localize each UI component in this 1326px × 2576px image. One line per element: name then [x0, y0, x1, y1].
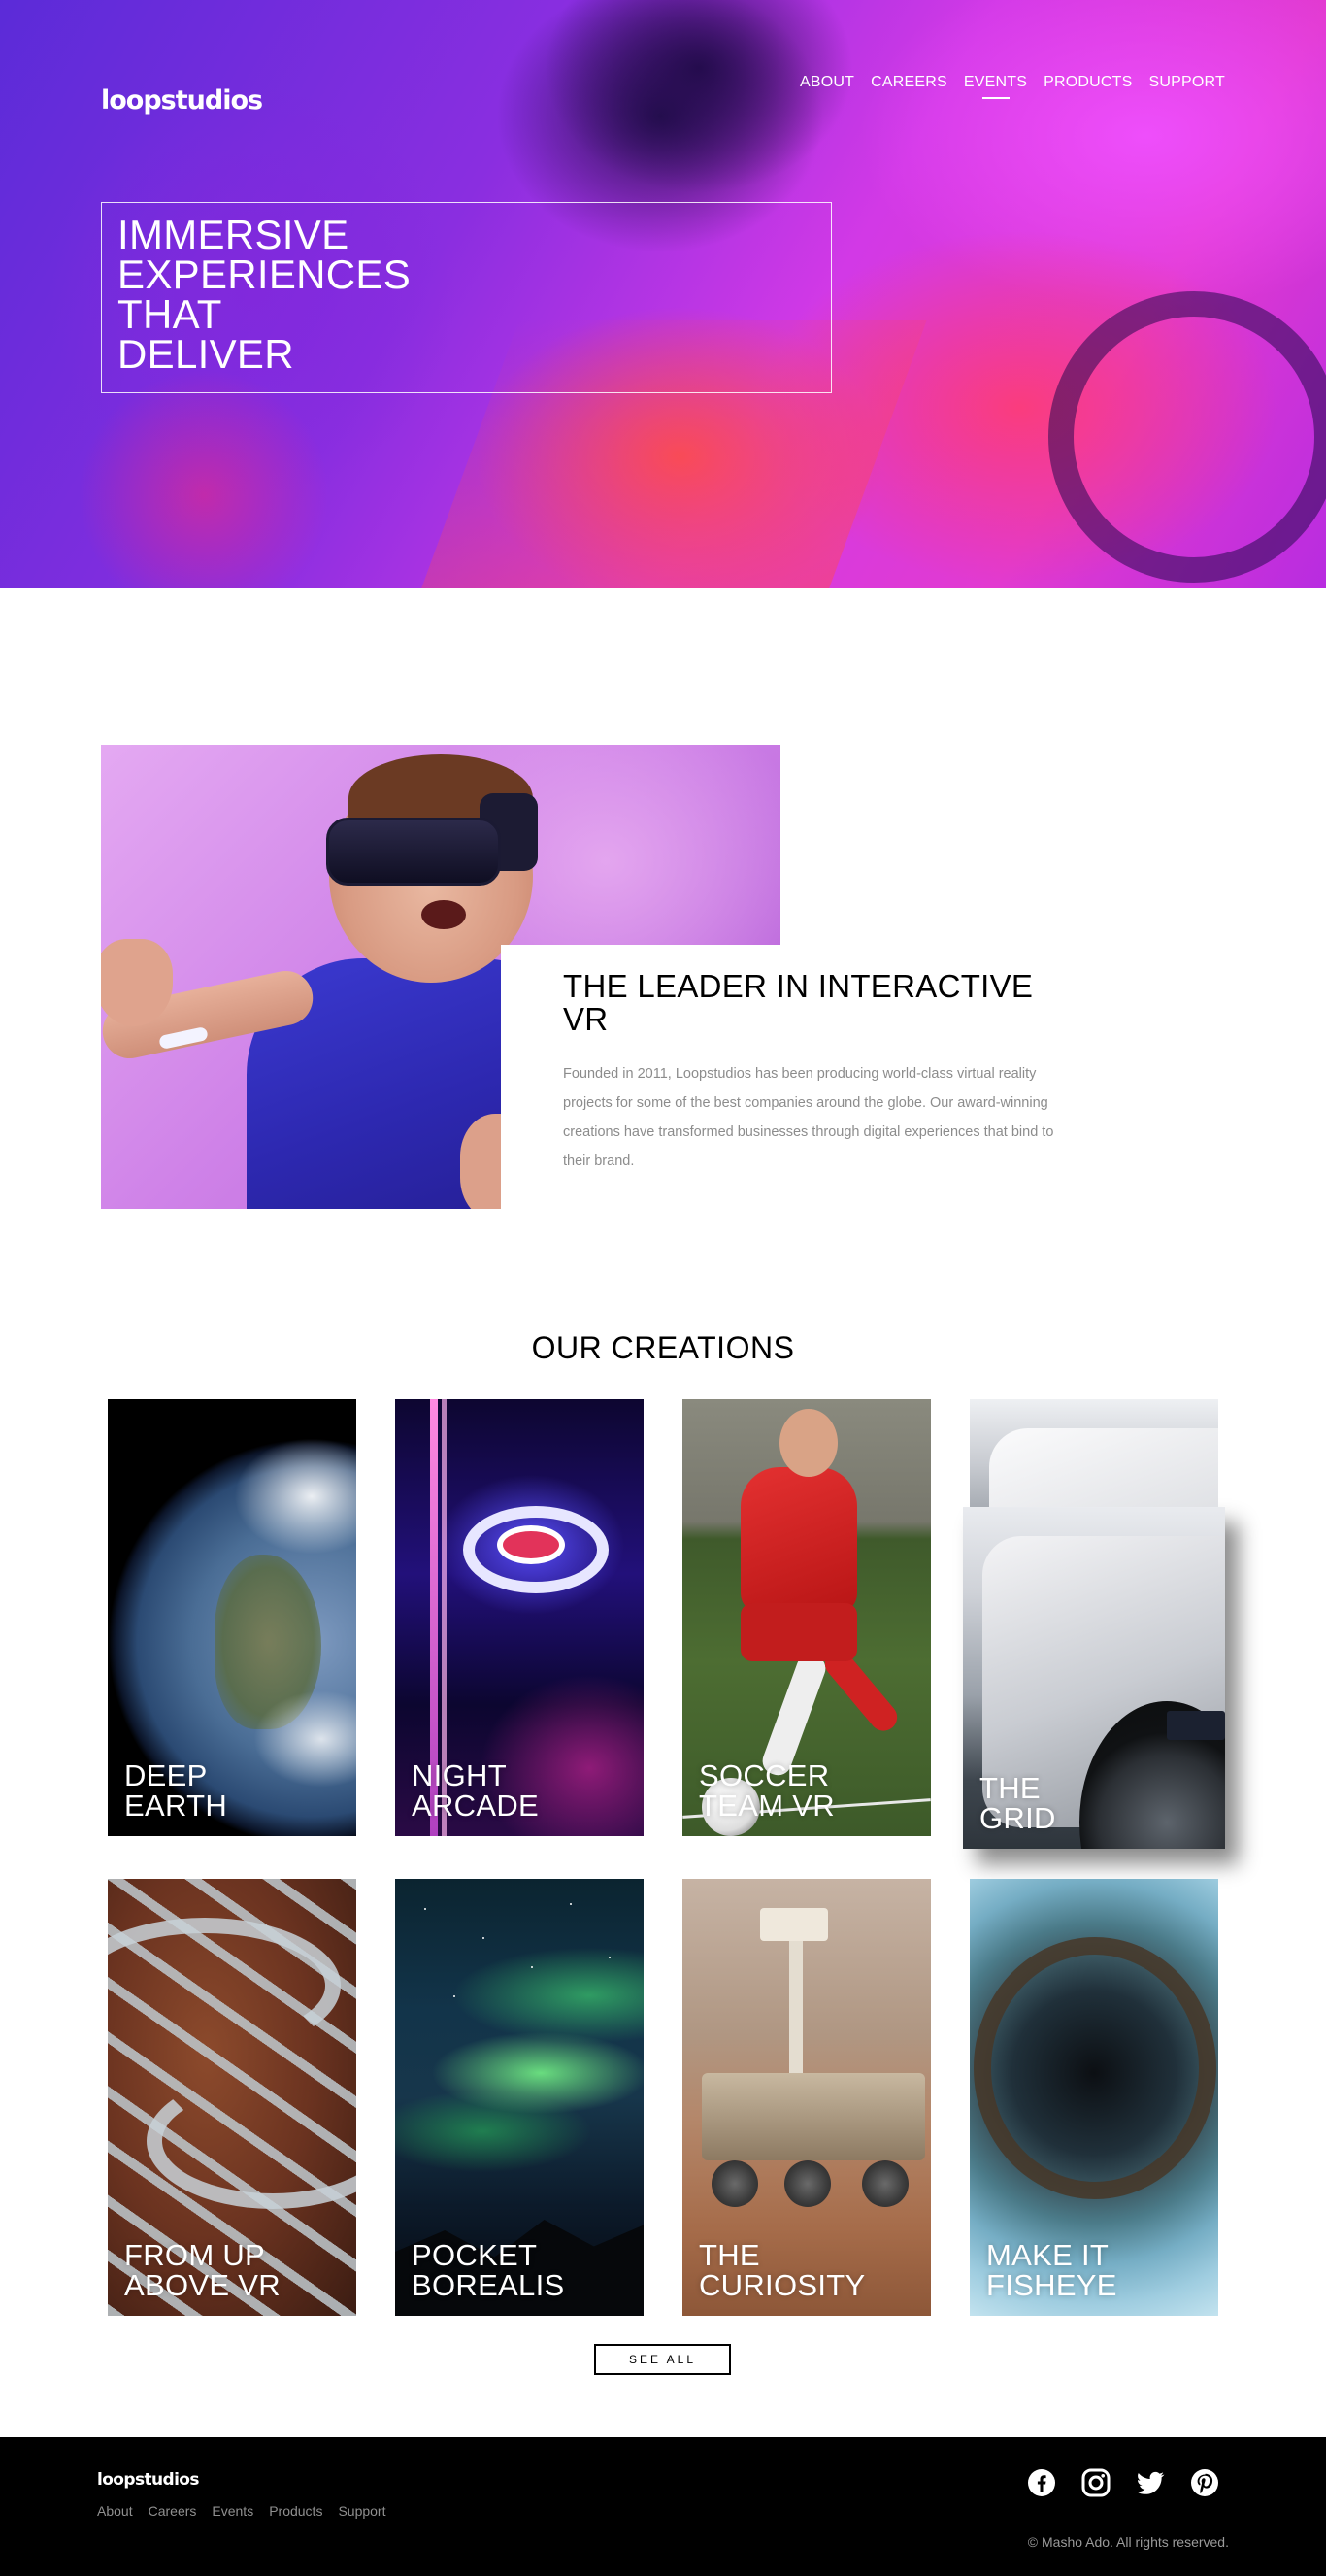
car-body — [989, 1428, 1218, 1507]
social-links — [1027, 2468, 1219, 2497]
see-all-button[interactable]: SEE ALL — [594, 2344, 731, 2375]
facebook-icon[interactable] — [1027, 2468, 1056, 2497]
site-logo[interactable]: loopstudios — [101, 85, 263, 116]
nav-products[interactable]: PRODUCTS — [1044, 74, 1132, 99]
hero-image-shape — [1048, 291, 1326, 583]
creation-card-night-arcade[interactable]: NIGHT ARCADE — [395, 1399, 644, 1836]
rover-wheel — [784, 2160, 831, 2207]
creation-card-the-grid[interactable]: THE GRID — [963, 1507, 1225, 1849]
star — [609, 1957, 611, 1958]
footer-nav-about[interactable]: About — [97, 2503, 133, 2519]
creation-card-from-up-above-vr[interactable]: FROM UP ABOVE VR — [108, 1879, 356, 2316]
arcade-target — [497, 1525, 565, 1564]
creation-card-pocket-borealis[interactable]: POCKET BOREALIS — [395, 1879, 644, 2316]
footer: loopstudios About Careers Events Product… — [0, 2437, 1326, 2576]
earth-cloud — [234, 1438, 356, 1555]
vr-headset — [326, 818, 501, 886]
footer-nav-careers[interactable]: Careers — [149, 2503, 197, 2519]
card-label: FROM UP ABOVE VR — [124, 2238, 281, 2302]
star — [424, 1908, 426, 1910]
leader-card: THE LEADER IN INTERACTIVE VR Founded in … — [501, 945, 1132, 1209]
creations-title: OUR CREATIONS — [531, 1330, 795, 1365]
card-label: NIGHT ARCADE — [412, 1758, 539, 1823]
twitter-icon[interactable] — [1136, 2468, 1165, 2497]
fisheye-ring — [974, 1937, 1216, 2199]
creation-card-the-grid-top — [970, 1399, 1218, 1507]
star — [453, 1995, 455, 1997]
nav-support[interactable]: SUPPORT — [1149, 74, 1225, 99]
star — [482, 1937, 484, 1939]
card-label: SOCCER TEAM VR — [699, 1758, 835, 1823]
pinterest-icon[interactable] — [1190, 2468, 1219, 2497]
nav-careers[interactable]: CAREERS — [871, 74, 947, 99]
player-body — [741, 1467, 857, 1613]
card-label: POCKET BOREALIS — [412, 2238, 565, 2302]
person-mouth — [421, 900, 466, 929]
leader-text: Founded in 2011, Loopstudios has been pr… — [563, 1066, 1054, 1169]
player-shorts — [741, 1603, 857, 1661]
star — [570, 1903, 572, 1905]
star — [531, 1966, 533, 1968]
creation-card-the-curiosity[interactable]: THE CURIOSITY — [682, 1879, 931, 2316]
rover-wheel — [862, 2160, 909, 2207]
main-nav: ABOUT CAREERS EVENTS PRODUCTS SUPPORT — [800, 74, 1225, 99]
leader-title: THE LEADER IN INTERACTIVE VR — [563, 968, 1034, 1037]
rover-camera — [760, 1908, 828, 1941]
car-logo — [1167, 1711, 1225, 1740]
footer-nav-events[interactable]: Events — [212, 2503, 253, 2519]
rover-wheel — [712, 2160, 758, 2207]
card-label: THE CURIOSITY — [699, 2238, 866, 2302]
road-curve — [147, 2073, 356, 2209]
rover-body — [702, 2073, 925, 2160]
creation-card-soccer-team-vr[interactable]: SOCCER TEAM VR — [682, 1399, 931, 1836]
hero-title: IMMERSIVE EXPERIENCES THAT DELIVER — [117, 212, 412, 377]
creation-card-make-it-fisheye[interactable]: MAKE IT FISHEYE — [970, 1879, 1218, 2316]
creation-card-deep-earth[interactable]: DEEP EARTH — [108, 1399, 356, 1836]
footer-nav-support[interactable]: Support — [338, 2503, 385, 2519]
nav-about[interactable]: ABOUT — [800, 74, 854, 99]
card-label: THE GRID — [979, 1771, 1056, 1835]
hero-image-shape — [78, 369, 330, 588]
hero-title-box: IMMERSIVE EXPERIENCES THAT DELIVER — [101, 202, 832, 393]
card-label: DEEP EARTH — [124, 1758, 228, 1823]
footer-logo[interactable]: loopstudios — [97, 2470, 200, 2490]
instagram-icon[interactable] — [1081, 2468, 1111, 2497]
card-label: MAKE IT FISHEYE — [986, 2238, 1117, 2302]
hero-section: loopstudios ABOUT CAREERS EVENTS PRODUCT… — [0, 0, 1326, 588]
nav-events[interactable]: EVENTS — [964, 74, 1027, 99]
footer-nav: About Careers Events Products Support — [97, 2503, 386, 2519]
player-head — [779, 1409, 838, 1477]
footer-nav-products[interactable]: Products — [269, 2503, 322, 2519]
road-curve — [108, 1918, 341, 2054]
copyright-text: © Masho Ado. All rights reserved. — [1027, 2534, 1229, 2550]
